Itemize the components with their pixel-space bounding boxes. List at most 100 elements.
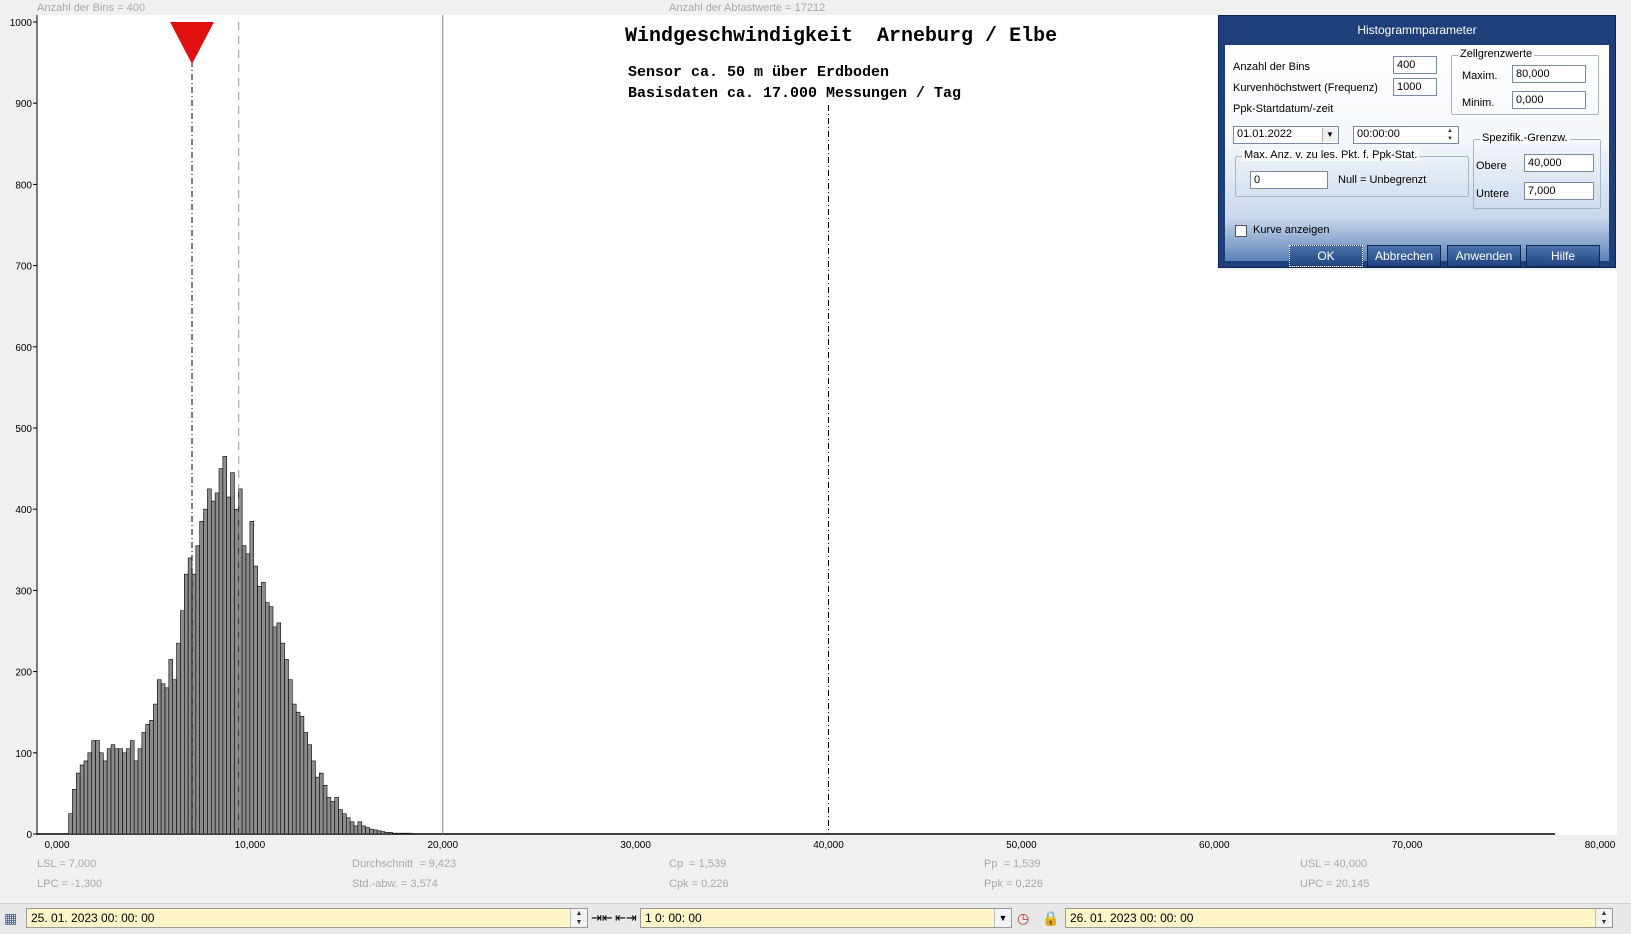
y-tick-label: 400 (15, 505, 32, 516)
start-datetime-field[interactable]: 25. 01. 2023 00: 00: 00 ▲ ▼ (26, 908, 588, 928)
y-tick-label: 500 (15, 424, 32, 435)
start-date-value: 01.01.2022 (1237, 128, 1293, 140)
lock-icon[interactable]: 🔒 (1042, 910, 1059, 926)
histogram-bar (203, 508, 208, 835)
x-tick-label: 20,000 (427, 840, 458, 851)
y-tick-label: 300 (15, 586, 32, 597)
curve-max-input[interactable] (1393, 78, 1437, 96)
max-label: Maxim. (1462, 70, 1498, 82)
min-label: Minim. (1462, 97, 1495, 109)
histogram-bar (156, 679, 162, 835)
show-curve-checkbox[interactable] (1235, 225, 1247, 237)
min-input[interactable] (1512, 91, 1586, 109)
histogram-bar (102, 760, 108, 835)
time-spinner-icon[interactable]: ▲ ▼ (1443, 127, 1457, 143)
histogram-bar (234, 508, 239, 835)
ok-button[interactable]: OK (1289, 245, 1363, 267)
start-spinner-icon[interactable]: ▲ ▼ (570, 909, 587, 927)
chart-subtitle-line-1: Sensor ca. 50 m über Erdboden (628, 64, 890, 81)
x-tick-label: 70,000 (1392, 840, 1423, 851)
histogram-bar (319, 772, 324, 835)
stat-pp: Pp = 1,539 (984, 858, 1041, 870)
histogram-bar (126, 748, 131, 835)
histogram-bar (110, 744, 116, 835)
chevron-down-icon[interactable]: ▼ (1322, 128, 1337, 142)
bins-input[interactable] (1393, 56, 1437, 74)
histogram-bar (122, 752, 127, 835)
cancel-button[interactable]: Abbrechen (1367, 245, 1441, 267)
help-button[interactable]: Hilfe (1526, 245, 1600, 267)
histogram-bar (118, 748, 123, 835)
chevron-down-icon[interactable]: ▼ (994, 909, 1011, 927)
upper-limit-input[interactable] (1524, 154, 1594, 172)
chart-subtitle-line-2: Basisdaten ca. 17.000 Messungen / Tag (628, 85, 962, 102)
histogram-bar (326, 797, 332, 835)
max-points-input[interactable] (1250, 171, 1328, 189)
max-points-title: Max. Anz. v. zu les. Pkt. f. Ppk-Stat. (1242, 149, 1420, 161)
interval-select[interactable]: 1 0: 00: 00 ▼ (640, 908, 1012, 928)
y-tick-label: 700 (15, 262, 32, 273)
histogram-bar (295, 711, 301, 835)
histogram-bar (87, 752, 93, 835)
y-tick-label: 200 (15, 668, 32, 679)
start-date-picker[interactable]: 01.01.2022 ▼ (1233, 126, 1339, 144)
stat-std: Std.-abw. = 3,574 (352, 878, 438, 890)
histogram-bar (403, 832, 409, 835)
zoom-out-arrows-icon[interactable]: ⇤⇥ (615, 910, 637, 926)
plot-area-right (1217, 270, 1617, 835)
start-time-value: 00:00:00 (1357, 128, 1400, 140)
histogram-bar (183, 573, 189, 835)
histogram-bar (342, 813, 347, 835)
histogram-bar (72, 789, 77, 835)
start-time-input[interactable]: 00:00:00 ▲ ▼ (1353, 126, 1459, 144)
zoom-in-arrows-icon[interactable]: ⇥⇤ (591, 910, 613, 926)
calendar-icon[interactable]: ▦ (4, 910, 17, 926)
spec-limits-group: Spezifik.-Grenzw. Obere Untere (1473, 132, 1601, 209)
histogram-bar (380, 831, 386, 835)
time-range-bar: ▦ 25. 01. 2023 00: 00: 00 ▲ ▼ ⇥⇤ ⇤⇥ 1 0: … (0, 903, 1631, 934)
stat-lsl: LSL = 7,000 (37, 858, 97, 870)
apply-button[interactable]: Anwenden (1447, 245, 1521, 267)
interval-value: 1 0: 00: 00 (645, 911, 702, 925)
x-tick-label: 10,000 (235, 840, 266, 851)
histogram-bar (176, 642, 181, 835)
histogram-bar (272, 626, 278, 835)
histogram-bar (141, 732, 147, 835)
lower-limit-label: Untere (1476, 188, 1510, 200)
histogram-bar (168, 659, 174, 835)
ppk-start-label: Ppk-Startdatum/-zeit (1233, 103, 1334, 115)
histogram-bar (153, 703, 158, 835)
dialog-title: Histogrammparameter (1357, 23, 1477, 37)
x-tick-label: 40,000 (813, 840, 844, 851)
histogram-bar (222, 456, 228, 835)
end-spinner-icon[interactable]: ▲ ▼ (1595, 909, 1612, 927)
histogram-bar (79, 764, 85, 835)
histogram-bar (207, 488, 212, 835)
histogram-bar (407, 832, 413, 835)
end-datetime-field[interactable]: 26. 01. 2023 00: 00: 00 ▲ ▼ (1065, 908, 1613, 928)
histogram-bar (245, 553, 251, 835)
curve-max-label: Kurvenhöchstwert (Frequenz) (1233, 82, 1378, 94)
stat-upc: UPC = 20,145 (1300, 878, 1370, 890)
histogram-bar (392, 832, 397, 835)
stat-cp: Cp = 1,539 (669, 858, 727, 870)
histogram-bar (99, 752, 104, 835)
histogram-bar (388, 832, 393, 835)
histogram-bar (218, 468, 224, 835)
max-input[interactable] (1512, 65, 1586, 83)
lower-limit-input[interactable] (1524, 182, 1594, 200)
histogram-bar (288, 679, 293, 835)
histogram-bar (145, 724, 150, 835)
histogram-bar (211, 500, 216, 835)
clock-icon[interactable]: ◷ (1017, 910, 1029, 926)
histogram-bar (376, 830, 382, 835)
histogram-bar (75, 772, 81, 835)
histogram-bar (280, 642, 285, 835)
chart-title: Windgeschwindigkeit Arneburg / Elbe (625, 25, 1058, 48)
histogram-bar (284, 659, 289, 835)
null-unlimited-label: Null = Unbegrenzt (1338, 174, 1427, 186)
histogram-bar (133, 760, 139, 835)
y-tick-label: 900 (15, 99, 32, 110)
histogram-bar (265, 602, 270, 835)
histogram-bar (373, 829, 378, 835)
